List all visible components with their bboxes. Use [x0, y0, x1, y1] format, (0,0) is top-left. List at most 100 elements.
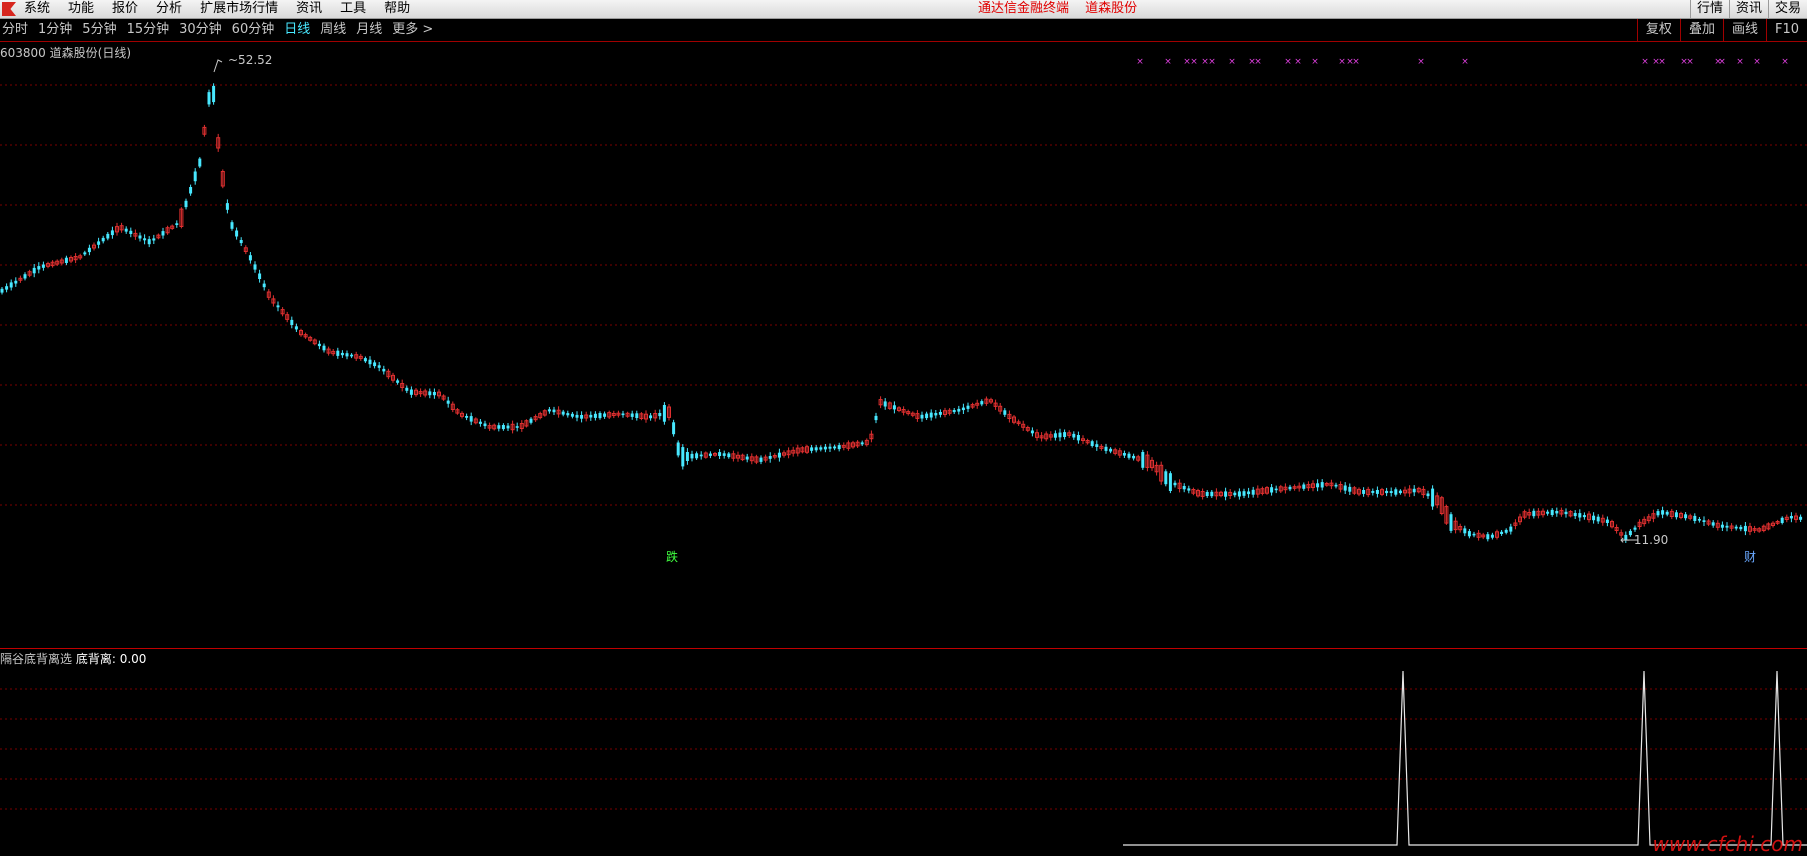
tab-60min[interactable]: 60分钟 [232, 19, 275, 41]
candle-body [1532, 510, 1536, 517]
menu-item-help[interactable]: 帮助 [384, 0, 410, 18]
candle-body [1371, 491, 1375, 493]
candle-body [1072, 433, 1076, 438]
candle-body [225, 203, 229, 210]
candle-body [1789, 516, 1793, 519]
tab-monthly[interactable]: 月线 [356, 19, 382, 41]
candle-body [14, 280, 18, 284]
candle-body [382, 368, 386, 372]
candle-body [1168, 473, 1172, 491]
candle-body [1127, 453, 1131, 458]
candle-body [101, 237, 105, 242]
candle-body [64, 257, 68, 263]
candle-body [262, 283, 266, 288]
marker-finance: 财 [1744, 550, 1756, 564]
candle-body [828, 446, 832, 449]
candle-body [598, 413, 602, 419]
candle-body [759, 457, 763, 462]
candle-body [478, 421, 482, 424]
tab-more[interactable]: 更多 > [392, 19, 433, 41]
f10-button[interactable]: F10 [1765, 19, 1807, 41]
menu-item-function[interactable]: 功能 [68, 0, 94, 18]
news-button[interactable]: 资讯 [1728, 0, 1768, 18]
draw-line-button[interactable]: 画线 [1722, 19, 1766, 41]
candle-body [1288, 486, 1292, 490]
menu-item-system[interactable]: 系统 [24, 0, 50, 18]
indicator-chart[interactable] [0, 649, 1807, 854]
candle-body [603, 413, 607, 417]
candle-body [350, 354, 354, 357]
candle-body [405, 387, 409, 391]
candle-body [860, 442, 864, 445]
high-arrow-icon [213, 59, 223, 73]
tab-15min[interactable]: 15分钟 [127, 19, 170, 41]
candle-body [681, 447, 685, 467]
candle-body [1656, 511, 1660, 516]
candle-body [276, 305, 280, 308]
adjust-price-button[interactable]: 复权 [1636, 19, 1680, 41]
candle-body [552, 409, 556, 413]
trade-button[interactable]: 交易 [1767, 0, 1807, 18]
indicator-label: 底背离 [75, 652, 112, 666]
candle-body [1076, 435, 1080, 441]
candle-body [37, 266, 41, 270]
candle-body [189, 187, 193, 194]
candle-body [589, 414, 593, 418]
candle-body [1122, 453, 1126, 456]
candle-body [1385, 490, 1389, 494]
candle-body [1302, 484, 1306, 489]
menu-item-news[interactable]: 资讯 [296, 0, 322, 18]
chart-period: (日线) [97, 46, 132, 60]
candle-body [161, 231, 165, 236]
tab-intraday[interactable]: 分时 [2, 19, 28, 41]
candle-body [1104, 446, 1108, 451]
candle-body [377, 365, 381, 368]
menu-item-tools[interactable]: 工具 [340, 0, 366, 18]
signal-x-marker: × [1284, 57, 1292, 67]
candle-body [1564, 511, 1568, 515]
overlay-button[interactable]: 叠加 [1679, 19, 1723, 41]
candle-body [547, 409, 551, 412]
candle-body [1509, 526, 1513, 532]
signal-x-marker: × [1461, 57, 1469, 67]
candle-body [1555, 511, 1559, 514]
candle-body [212, 85, 216, 103]
candle-body [1486, 534, 1490, 540]
candle-body [635, 413, 639, 418]
candle-body [506, 425, 510, 429]
kline-chart[interactable]: × × × × × × × ×× × × × × ×× × × × ×× ×× ×× × × ×~52.52← 11.90… [0, 42, 1807, 648]
menu-item-analysis[interactable]: 分析 [156, 0, 182, 18]
candle-body [892, 405, 896, 410]
candle-body [184, 200, 188, 208]
candle-body [207, 92, 211, 105]
tab-1min[interactable]: 1分钟 [38, 19, 72, 41]
candle-body [1270, 487, 1274, 493]
tab-weekly[interactable]: 周线 [320, 19, 346, 41]
tab-5min[interactable]: 5分钟 [82, 19, 116, 41]
candle-body [9, 282, 13, 288]
main-menu: 系统 功能 报价 分析 扩展市场行情 资讯 工具 帮助 [24, 0, 428, 18]
candle-body [1711, 522, 1715, 526]
menu-item-quote[interactable]: 报价 [112, 0, 138, 18]
candle-body [1674, 512, 1678, 518]
candle-body [1684, 514, 1688, 519]
candle-body [193, 171, 197, 182]
candle-body [1205, 492, 1209, 496]
tab-daily[interactable]: 日线 [284, 19, 310, 41]
period-tabs: 分时 1分钟 5分钟 15分钟 30分钟 60分钟 日线 周线 月线 更多 > [2, 19, 443, 41]
market-button[interactable]: 行情 [1689, 0, 1729, 18]
candle-body [1702, 520, 1706, 522]
menu-item-extended-market[interactable]: 扩展市场行情 [200, 0, 278, 18]
kline-chart-panel[interactable]: × × × × × × × × × × × × × × × × × × × × × × × × × × × ~52.52 ← 11.90… [0, 42, 1807, 648]
candle-body [1665, 511, 1669, 515]
candle-body [837, 445, 841, 450]
candle-body [110, 230, 114, 236]
signal-x-marker: × [1294, 57, 1302, 67]
indicator-panel[interactable]: 隔谷底背离选 底背离: 0.00 www.cfchi.com [0, 649, 1807, 856]
candle-body [1343, 485, 1347, 491]
candle-body [580, 415, 584, 419]
low-price-label: ← 11.90 [1620, 533, 1668, 547]
candle-body [672, 422, 676, 435]
candle-body [1394, 489, 1398, 495]
tab-30min[interactable]: 30分钟 [179, 19, 222, 41]
